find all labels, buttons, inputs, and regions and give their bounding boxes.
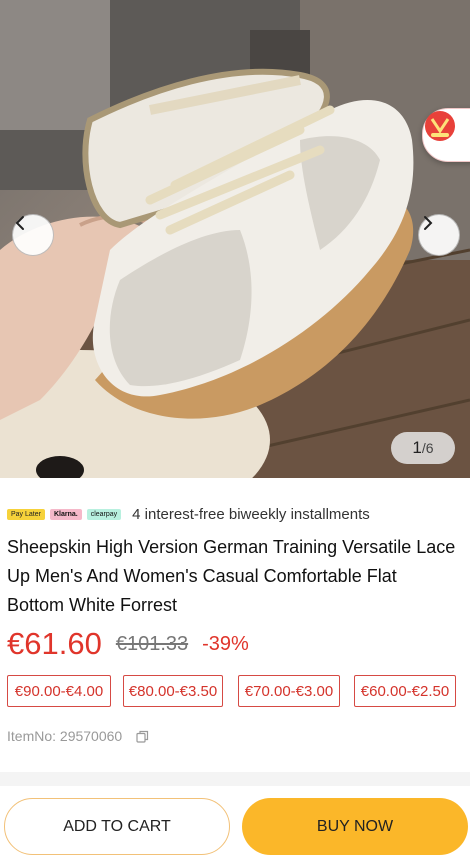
product-title: Sheepskin High Version German Training V… [7, 537, 456, 615]
installment-text: 4 interest-free biweekly installments [132, 505, 370, 523]
original-price: €101.33 [115, 632, 189, 655]
product-photo [0, 0, 470, 478]
image-counter: 1/6 [391, 432, 455, 464]
image-counter-current: 1 [412, 438, 422, 457]
discount-tiers: €90.00-€4.00 €80.00-€3.50 €70.00-€3.00 €… [7, 675, 467, 707]
discount-percent: -39% [202, 632, 249, 655]
section-divider [0, 772, 470, 786]
item-number: ItemNo: 29570060 [7, 725, 149, 747]
discount-tier[interactable]: €80.00-€3.50 [123, 675, 223, 707]
clearpay-logo: clearpay [86, 508, 122, 520]
paylater-logo: Pay Later [7, 508, 45, 520]
price-row: €61.60 €101.33 -39% [7, 622, 249, 666]
promo-badge-icon [425, 111, 455, 141]
image-counter-total: /6 [421, 440, 434, 456]
discount-tier[interactable]: €60.00-€2.50 [354, 675, 456, 707]
klarna-logo: Klarna. [49, 508, 82, 520]
chevron-right-icon [424, 216, 433, 230]
current-price: €61.60 [7, 626, 102, 661]
copy-icon[interactable] [136, 730, 149, 743]
previous-image-button[interactable] [12, 214, 54, 256]
discount-tier[interactable]: €90.00-€4.00 [7, 675, 111, 707]
buy-now-button[interactable]: BUY NOW [242, 798, 468, 855]
installment-row[interactable]: Pay Later Klarna. clearpay 4 interest-fr… [7, 503, 370, 525]
add-to-cart-button[interactable]: ADD TO CART [4, 798, 230, 855]
product-image-gallery[interactable]: 1/6 [0, 0, 470, 478]
promo-badge[interactable] [422, 108, 470, 162]
chevron-left-icon [15, 216, 24, 230]
next-image-button[interactable] [418, 214, 460, 256]
item-number-text: ItemNo: 29570060 [7, 728, 123, 744]
discount-tier[interactable]: €70.00-€3.00 [238, 675, 340, 707]
